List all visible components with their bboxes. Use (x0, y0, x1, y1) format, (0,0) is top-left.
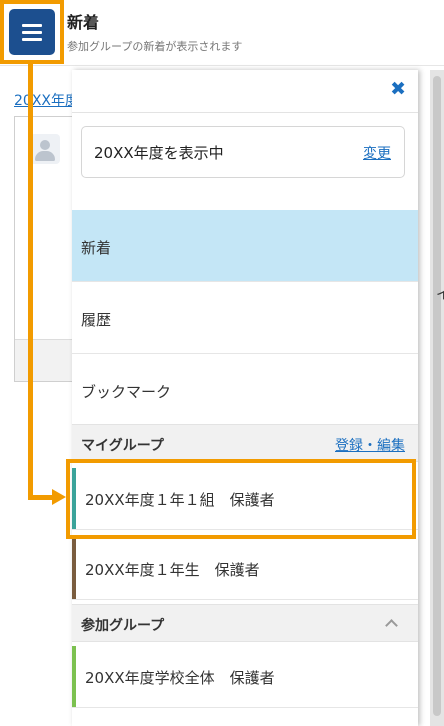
my-groups-header: マイグループ 登録・編集 (72, 424, 418, 462)
group-color-bar (72, 538, 76, 599)
nav-item-label: 履歴 (81, 311, 112, 329)
user-avatar-icon (30, 134, 60, 164)
group-item-grade-1[interactable]: 20XX年度１年生 保護者 (72, 538, 418, 600)
joined-groups-title: 参加グループ (81, 618, 165, 634)
nav-item-new[interactable]: 新着 (72, 210, 418, 282)
page-subtitle: 参加グループの新着が表示されます (67, 40, 243, 53)
scrollbar-thumb[interactable] (433, 76, 441, 716)
nav-item-label: 新着 (81, 239, 112, 257)
page-scrollbar[interactable] (430, 70, 444, 726)
edit-groups-link[interactable]: 登録・編集 (335, 435, 405, 455)
change-year-link[interactable]: 変更 (363, 143, 391, 163)
nav-item-label: ブックマーク (81, 383, 172, 401)
group-color-bar (72, 646, 76, 707)
my-groups-title: マイグループ (81, 438, 164, 454)
chevron-up-icon[interactable] (385, 619, 398, 632)
nav-item-history[interactable]: 履歴 (72, 282, 418, 354)
year-display: 20XX年度を表示中 (94, 144, 224, 162)
close-icon[interactable]: ✖ (390, 80, 406, 99)
group-item-label: 20XX年度学校全体 保護者 (85, 669, 275, 687)
navigation-drawer: ✖ 20XX年度を表示中 変更 新着 履歴 ブックマーク マイグループ 登録・編… (72, 70, 418, 726)
drawer-divider (72, 112, 418, 113)
highlight-group-item (66, 459, 416, 539)
highlight-menu-button (0, 0, 64, 64)
background-year-link[interactable]: 20XX年度 (14, 90, 79, 110)
nav-item-bookmark[interactable]: ブックマーク (72, 354, 418, 426)
annotation-arrow-icon (52, 489, 66, 505)
group-item-school-wide[interactable]: 20XX年度学校全体 保護者 (72, 646, 418, 708)
annotation-line-vertical (28, 64, 33, 500)
year-selector: 20XX年度を表示中 変更 (81, 126, 405, 178)
group-item-label: 20XX年度１年生 保護者 (85, 561, 260, 579)
background-text-fragment: イ (436, 287, 444, 303)
joined-groups-header[interactable]: 参加グループ (72, 604, 418, 642)
page-title: 新着 (67, 13, 100, 32)
annotation-line-horizontal (28, 495, 54, 500)
app-header: 新着 参加グループの新着が表示されます (0, 0, 444, 66)
